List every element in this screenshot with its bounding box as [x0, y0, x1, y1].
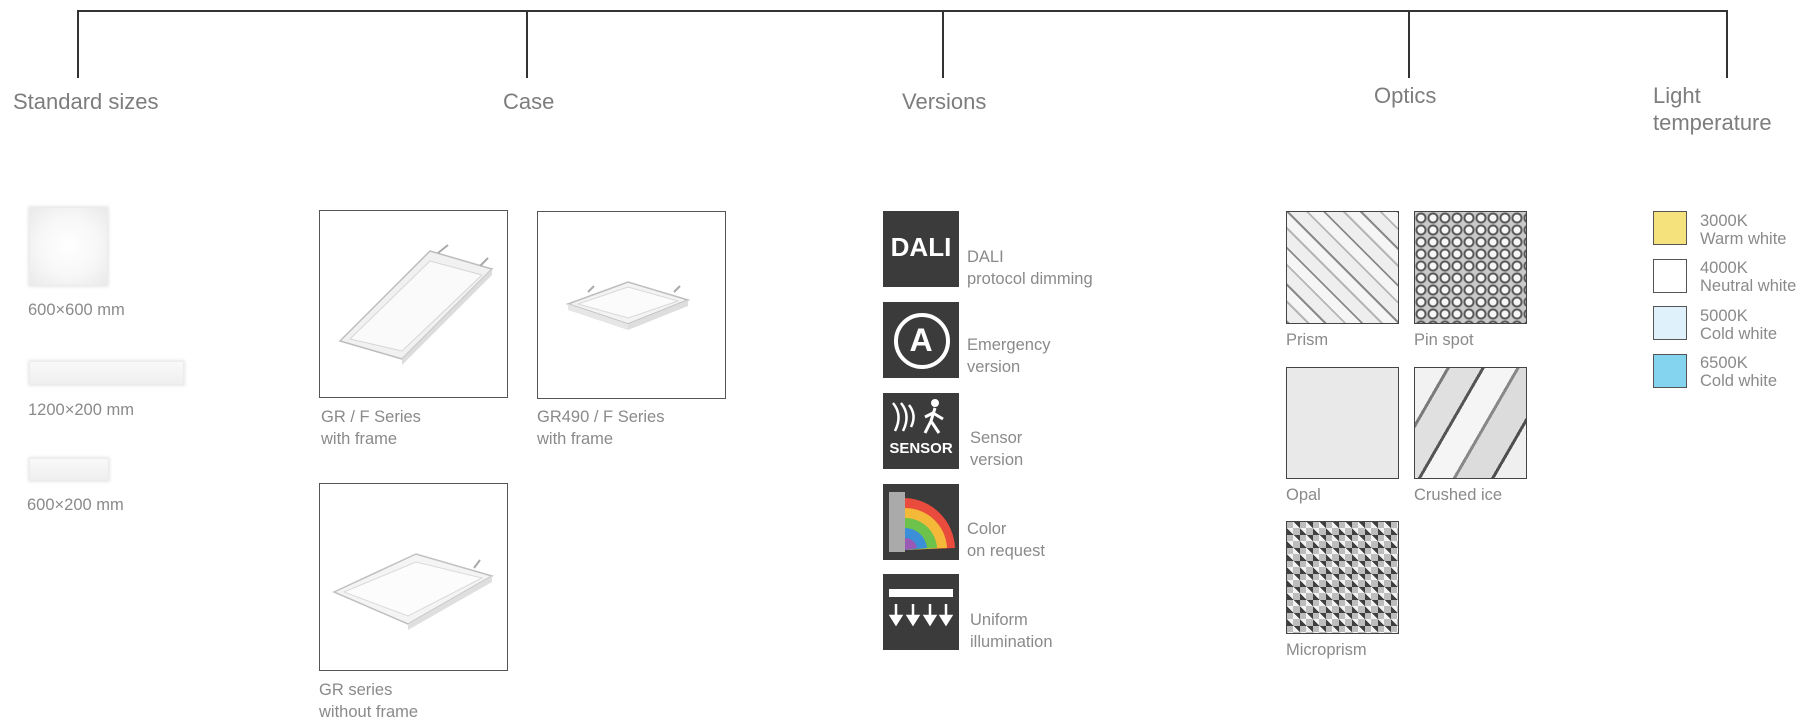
size-panel-1200x200: [30, 362, 183, 384]
version-caption-uniform-line2: illumination: [970, 633, 1053, 651]
size-panel-600x600: [30, 208, 107, 285]
version-caption-sensor-line1: Sensor: [970, 429, 1023, 447]
optic-prism-swatch: [1286, 211, 1399, 324]
version-caption-color-line1: Color: [967, 520, 1007, 538]
temp-5000k-swatch: [1653, 306, 1687, 340]
luminaire-frameless-icon: [332, 553, 494, 630]
temp-3000k-kelvin: 3000K: [1700, 212, 1748, 230]
temp-5000k-kelvin: 5000K: [1700, 307, 1748, 325]
size-panel-600x200: [30, 459, 108, 480]
version-caption-emergency-line1: Emergency: [967, 336, 1051, 354]
size-label-600x200: 600×200 mm: [27, 496, 124, 514]
version-caption-dali-line1: DALI: [967, 248, 1004, 266]
version-caption-sensor: Sensor version: [970, 427, 1023, 471]
optic-pin-spot-label: Pin spot: [1414, 331, 1474, 349]
version-caption-uniform: Uniform illumination: [970, 609, 1053, 653]
bracket-tick-optics: [1408, 10, 1410, 78]
version-caption-uniform-line1: Uniform: [970, 611, 1028, 629]
heading-light-temperature: Light temperature: [1653, 82, 1772, 136]
case-image-gr-no-frame: [319, 483, 508, 671]
heading-light-line2: temperature: [1653, 110, 1772, 135]
temp-4000k-kelvin: 4000K: [1700, 259, 1748, 277]
size-label-1200x200: 1200×200 mm: [28, 401, 134, 419]
color-fan-icon: [883, 484, 959, 560]
sensor-icon-text: SENSOR: [889, 440, 953, 457]
dali-icon: DALI: [883, 211, 959, 287]
version-caption-color-line2: on request: [967, 542, 1045, 560]
luminaire-square-icon: [565, 281, 691, 330]
optic-opal-swatch: [1286, 367, 1399, 479]
optic-opal-label: Opal: [1286, 486, 1321, 504]
bracket-tick-case: [526, 10, 528, 78]
version-caption-color: Color on request: [967, 518, 1045, 562]
temp-4000k-name: Neutral white: [1700, 277, 1797, 295]
heading-versions: Versions: [902, 89, 987, 114]
dali-icon-text: DALI: [890, 232, 952, 262]
emergency-icon-letter: A: [909, 322, 933, 358]
heading-standard-sizes: Standard sizes: [13, 89, 159, 114]
version-caption-dali-line2: protocol dimming: [967, 270, 1093, 288]
bracket-tick-sizes: [77, 10, 79, 78]
heading-light-line1: Light: [1653, 83, 1701, 108]
version-caption-sensor-line2: version: [970, 451, 1024, 469]
temp-3000k-swatch: [1653, 211, 1687, 245]
temp-4000k-text: 4000K Neutral white: [1700, 259, 1796, 295]
optic-microprism-label: Microprism: [1286, 641, 1367, 659]
temp-6500k-text: 6500K Cold white: [1700, 354, 1777, 390]
heading-case: Case: [503, 89, 555, 114]
case-caption-gr-f-line1: GR / F Series: [321, 408, 421, 426]
version-caption-emergency: Emergency version: [967, 334, 1050, 378]
case-caption-gr-f-line2: with frame: [321, 430, 398, 448]
sensor-icon: SENSOR: [883, 393, 959, 469]
case-caption-gr-no-frame: GR series without frame: [319, 679, 418, 723]
case-image-gr-f: [319, 210, 508, 398]
temp-3000k-name: Warm white: [1700, 230, 1787, 248]
temp-5000k-name: Cold white: [1700, 325, 1778, 343]
optic-crushed-ice-swatch: [1414, 367, 1527, 479]
temp-5000k-text: 5000K Cold white: [1700, 307, 1777, 343]
case-caption-gr490-f: GR490 / F Series with frame: [537, 406, 664, 450]
temp-6500k-name: Cold white: [1700, 372, 1778, 390]
case-caption-gr-no-frame-line1: GR series: [319, 681, 393, 699]
temp-6500k-swatch: [1653, 354, 1687, 388]
optic-microprism-swatch: [1286, 521, 1399, 634]
color-fan-graphic: [889, 492, 955, 552]
uniform-illumination-graphic: [888, 589, 954, 627]
temp-4000k-swatch: [1653, 259, 1687, 293]
optic-prism-label: Prism: [1286, 331, 1329, 349]
case-caption-gr-f: GR / F Series with frame: [321, 406, 421, 450]
version-caption-dali: DALI protocol dimming: [967, 246, 1093, 290]
optic-crushed-ice-label: Crushed ice: [1414, 486, 1503, 504]
case-caption-gr-no-frame-line2: without frame: [319, 703, 419, 721]
emergency-icon: A: [883, 302, 959, 378]
case-caption-gr490-f-line2: with frame: [537, 430, 614, 448]
case-caption-gr490-f-line1: GR490 / F Series: [537, 408, 665, 426]
bracket-tick-light: [1726, 10, 1728, 78]
luminaire-long-icon: [338, 244, 494, 365]
optic-pin-spot-swatch: [1414, 211, 1527, 324]
bracket-tick-versions: [942, 10, 944, 78]
sensor-waves-icon: [892, 399, 944, 434]
uniform-illumination-icon: [883, 574, 959, 650]
bracket-top-line: [77, 10, 1728, 12]
case-image-gr490-f: [537, 211, 726, 399]
temp-3000k-text: 3000K Warm white: [1700, 212, 1786, 248]
heading-optics: Optics: [1374, 83, 1437, 108]
version-caption-emergency-line2: version: [967, 358, 1021, 376]
size-label-600x600: 600×600 mm: [28, 301, 125, 319]
temp-6500k-kelvin: 6500K: [1700, 354, 1748, 372]
